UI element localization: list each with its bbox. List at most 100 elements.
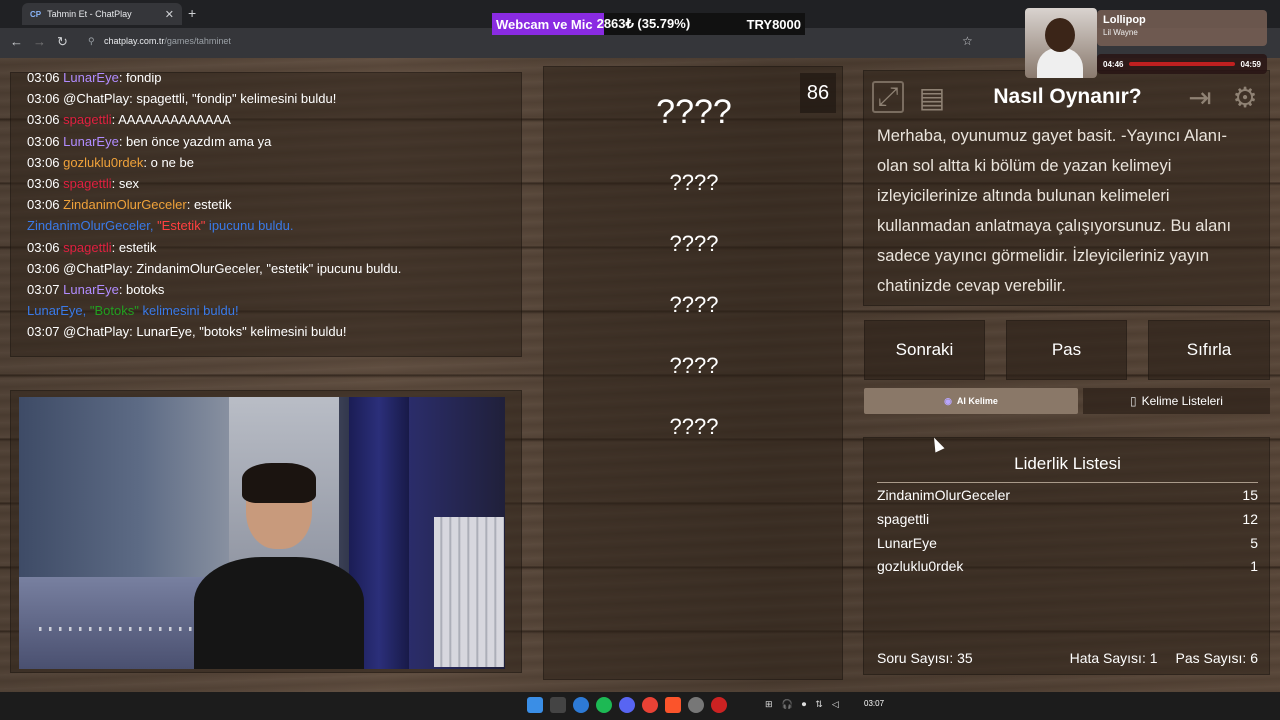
chat-time: 03:06 bbox=[27, 154, 60, 170]
main-hidden-word: ???? bbox=[656, 93, 732, 131]
chat-time: 03:06 bbox=[27, 133, 60, 149]
search-icon[interactable] bbox=[550, 697, 566, 713]
player-score: 5 bbox=[1250, 535, 1258, 551]
chat-time: 03:06 bbox=[27, 91, 60, 107]
error-count: Hata Sayısı: 1 bbox=[1069, 650, 1158, 666]
app-icon[interactable] bbox=[711, 697, 727, 713]
chat-text: : estetik bbox=[111, 239, 157, 255]
next-button[interactable]: Sonraki bbox=[864, 320, 985, 380]
discord-icon[interactable] bbox=[619, 697, 635, 713]
chat-time: 03:06 bbox=[27, 197, 60, 213]
url-field[interactable]: chatplay.com.tr/games/tahminet bbox=[104, 36, 231, 46]
goal-target: TRY8000 bbox=[746, 16, 801, 32]
back-icon[interactable]: ← bbox=[10, 34, 23, 49]
headset-icon[interactable]: 🎧 bbox=[782, 699, 793, 710]
chat-message: ZindanimOlurGeceler, "Estetik" ipucunu b… bbox=[27, 215, 521, 236]
chat-message: 03:06 @ChatPlay: spagettli, "fondip" kel… bbox=[27, 88, 521, 109]
reload-icon[interactable]: ↻ bbox=[57, 34, 68, 50]
notice-word: "Estetik" bbox=[157, 218, 206, 234]
chat-username[interactable]: spagettli bbox=[63, 240, 111, 255]
chat-username[interactable]: @ChatPlay bbox=[63, 91, 129, 106]
chat-username[interactable]: LunarEye bbox=[63, 134, 119, 149]
chat-username[interactable]: LunarEye bbox=[63, 282, 119, 297]
start-icon[interactable] bbox=[527, 697, 543, 713]
chat-text: : sex bbox=[111, 176, 140, 192]
leaderboard-row: spagettli 12 bbox=[877, 511, 1258, 527]
document-icon: ▯ bbox=[1130, 394, 1137, 408]
chat-time: 03:06 bbox=[27, 72, 60, 85]
chat-time: 03:07 bbox=[27, 324, 60, 340]
timer-counter: 86 bbox=[800, 73, 836, 113]
chat-message: 03:07 LunarEye: botoks bbox=[27, 279, 521, 300]
system-tray: ⊞ 🎧 ⏺ ⇅ ◁ bbox=[765, 699, 839, 710]
browser-tab[interactable]: CP Tahmin Et - ChatPlay ✕ bbox=[22, 3, 182, 25]
ai-icon: ◉ bbox=[944, 395, 952, 406]
song-title: Lollipop bbox=[1103, 14, 1146, 26]
chat-username[interactable]: ZindanimOlurGeceler bbox=[63, 197, 187, 212]
chat-username[interactable]: gozluklu0rdek bbox=[63, 155, 143, 170]
notice-text: kelimesini buldu! bbox=[138, 303, 239, 319]
hidden-word: ???? bbox=[669, 353, 719, 378]
player-score: 1 bbox=[1250, 558, 1258, 574]
chat-message: 03:07 @ChatPlay: LunarEye, "botoks" keli… bbox=[27, 321, 521, 342]
chat-message: 03:06 @ChatPlay: ZindanimOlurGeceler, "e… bbox=[27, 258, 521, 279]
player-name: spagettli bbox=[877, 511, 930, 527]
song-elapsed: 04:46 bbox=[1103, 59, 1124, 69]
leaderboard-row: gozluklu0rdek 1 bbox=[877, 558, 1258, 574]
brave-icon[interactable] bbox=[665, 697, 681, 713]
exit-icon[interactable]: ⇥ bbox=[1184, 81, 1216, 113]
chat-text: : spagettli, "fondip" kelimesini buldu! bbox=[129, 91, 337, 107]
pass-button[interactable]: Pas bbox=[1006, 320, 1127, 380]
reset-button[interactable]: Sıfırla bbox=[1148, 320, 1270, 380]
song-total: 04:59 bbox=[1240, 59, 1261, 69]
mic-icon[interactable]: ⏺ bbox=[802, 699, 807, 710]
chat-text: : o ne be bbox=[143, 154, 194, 170]
chat-text: : LunarEye, "botoks" kelimesini buldu! bbox=[129, 324, 347, 340]
ai-word-button[interactable]: ◉ AI Kelime bbox=[864, 388, 1078, 414]
volume-icon[interactable]: ◁ bbox=[832, 699, 839, 710]
hidden-word: ???? bbox=[669, 231, 719, 256]
chat-message: 03:06 spagettli: AAAAAAAAAAAAA bbox=[27, 109, 521, 130]
gear-icon[interactable]: ⚙ bbox=[1229, 81, 1261, 113]
donation-goal-bar: Webcam ve Mic 2863₺ (35.79%) TRY8000 bbox=[492, 13, 805, 35]
chrome-icon[interactable] bbox=[642, 697, 658, 713]
chat-username[interactable]: LunarEye bbox=[63, 73, 119, 85]
app-icon[interactable] bbox=[688, 697, 704, 713]
spotify-icon[interactable] bbox=[596, 697, 612, 713]
chat-username[interactable]: @ChatPlay bbox=[63, 324, 129, 339]
notice-word: "Botoks" bbox=[89, 303, 139, 319]
chat-text: : ben önce yazdım ama ya bbox=[118, 133, 272, 149]
chat-username[interactable]: spagettli bbox=[63, 176, 111, 191]
chat-time: 03:06 bbox=[27, 112, 60, 128]
song-progress: 04:46 04:59 bbox=[1097, 54, 1267, 74]
new-tab-icon[interactable]: + bbox=[188, 5, 196, 21]
chat-message: 03:06 spagettli: estetik bbox=[27, 237, 521, 258]
app-icon[interactable] bbox=[573, 697, 589, 713]
song-info: Lollipop Lil Wayne bbox=[1097, 10, 1267, 46]
help-panel: ⤢ ▤ Nasıl Oynanır? ⇥ ⚙ Merhaba, oyunumuz… bbox=[863, 70, 1270, 306]
taskbar-clock: 03:07 bbox=[864, 699, 885, 708]
word-lists-button[interactable]: ▯ Kelime Listeleri bbox=[1083, 388, 1270, 414]
stats-footer: Soru Sayısı: 35 Hata Sayısı: 1 Pas Sayıs… bbox=[877, 650, 1258, 666]
leaderboard-panel: Liderlik Listesi ZindanimOlurGeceler 15 … bbox=[863, 437, 1270, 675]
chat-username[interactable]: spagettli bbox=[63, 112, 111, 127]
bookmark-star-icon[interactable]: ☆ bbox=[962, 34, 973, 48]
player-score: 15 bbox=[1242, 487, 1258, 503]
chat-username[interactable]: @ChatPlay bbox=[63, 261, 129, 276]
webcam-video bbox=[19, 397, 505, 669]
chat-text: : AAAAAAAAAAAAA bbox=[111, 112, 231, 128]
tray-apps-icon[interactable]: ⊞ bbox=[765, 699, 773, 710]
album-art bbox=[1025, 8, 1097, 78]
close-tab-icon[interactable]: ✕ bbox=[165, 8, 174, 21]
leaderboard-row: ZindanimOlurGeceler 15 bbox=[877, 487, 1258, 503]
question-count: Soru Sayısı: 35 bbox=[877, 650, 973, 666]
forward-icon[interactable]: → bbox=[33, 34, 46, 49]
chat-text: : botoks bbox=[118, 282, 165, 298]
taskbar: ⊞ 🎧 ⏺ ⇅ ◁ bbox=[0, 692, 1280, 720]
hidden-word: ???? bbox=[669, 170, 719, 195]
hidden-word: ???? bbox=[669, 292, 719, 317]
notice-user: ZindanimOlurGeceler, bbox=[27, 218, 158, 234]
chat-panel: 03:06 LunarEye: fondip 03:06 @ChatPlay: s… bbox=[10, 72, 522, 357]
network-icon[interactable]: ⇅ bbox=[815, 699, 823, 710]
site-info-icon[interactable]: ⚲ bbox=[88, 36, 95, 47]
